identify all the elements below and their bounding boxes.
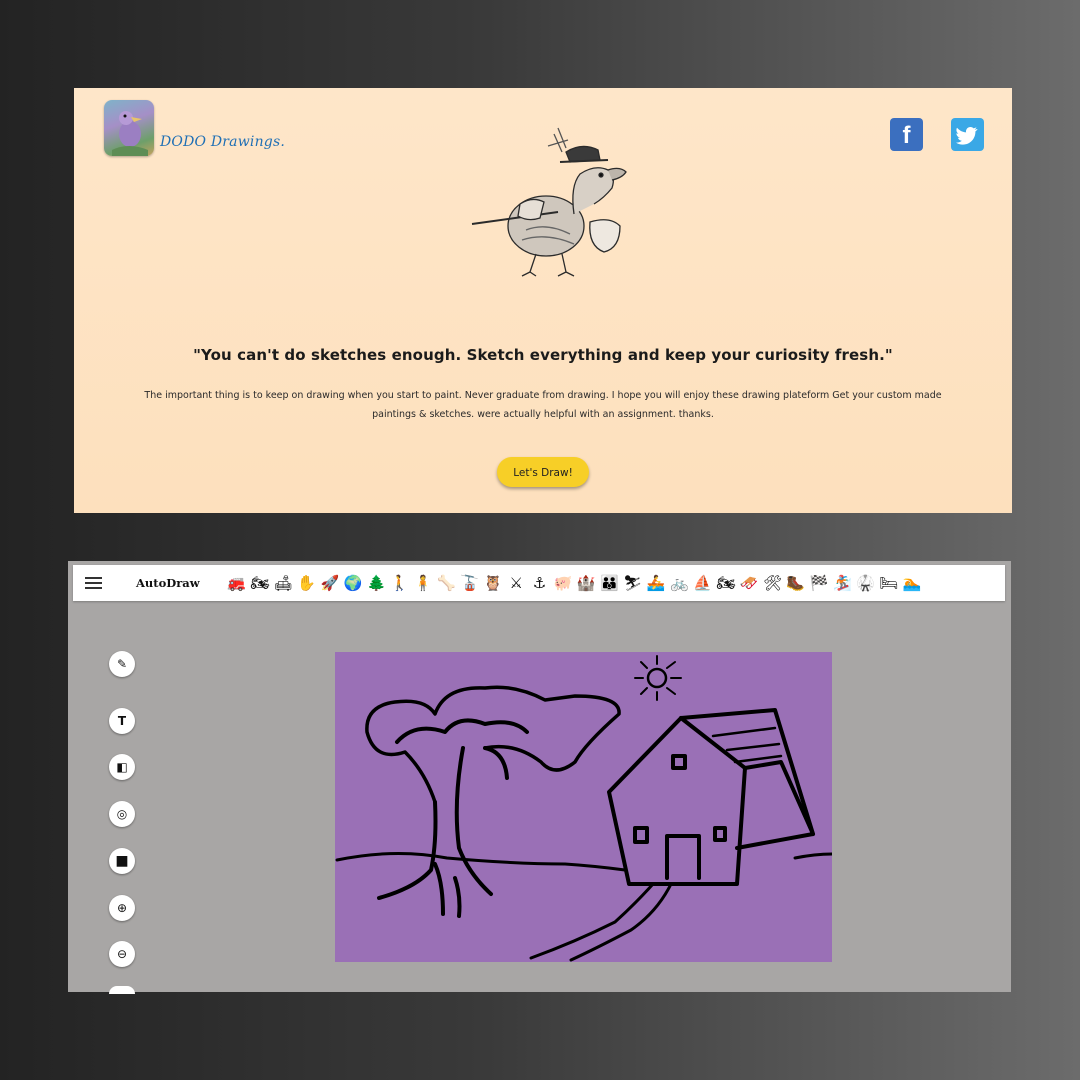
fill-bucket-icon[interactable]: ◧ (109, 754, 135, 780)
app-title: AutoDraw (136, 576, 200, 590)
castle-icon[interactable]: 🏰 (574, 573, 597, 593)
firetruck-icon[interactable]: 🚒 (225, 573, 248, 593)
bone-icon[interactable]: 🦴 (435, 573, 458, 593)
owl-icon[interactable]: 🦉 (481, 573, 504, 593)
hand-icon[interactable]: ✋ (295, 573, 318, 593)
dodo-logo[interactable] (104, 100, 154, 156)
piggy-bank-icon[interactable]: 🐖 (551, 573, 574, 593)
autodraw-pen-icon[interactable]: ✎ (109, 651, 135, 677)
top-toolbar: AutoDraw 🚒 🏍 🛋 ✋ 🚀 🌍 🌲 🚶 🧍 🦴 🚡 🦉 ⚔ ⚓ 🐖 🏰… (73, 565, 1005, 601)
brand-name[interactable]: DODO Drawings. (160, 134, 285, 150)
rowing-icon[interactable]: 🚣 (644, 573, 667, 593)
hero-quote: "You can't do sketches enough. Sketch ev… (193, 346, 893, 364)
cable-car-icon[interactable]: 🚡 (458, 573, 481, 593)
hamburger-icon[interactable] (85, 577, 102, 589)
snowboarder-icon[interactable]: 🏂 (831, 573, 854, 593)
bed-icon[interactable]: 🛏 (877, 573, 900, 593)
anchor-icon[interactable]: ⚓ (528, 573, 551, 593)
text-tool-icon[interactable]: T (109, 708, 135, 734)
rocket-icon[interactable]: 🚀 (318, 573, 341, 593)
motorcycle-icon[interactable]: 🏍 (248, 573, 271, 593)
drawing-canvas[interactable] (335, 652, 834, 962)
walking-person-icon[interactable]: 🚶 (388, 573, 411, 593)
skier-icon[interactable]: ⛷ (621, 573, 644, 593)
trees-icon[interactable]: 🌲 (365, 573, 388, 593)
twitter-link[interactable] (951, 118, 984, 151)
dodo-sketch-illustration (471, 127, 627, 277)
swimmer-icon[interactable]: 🏊 (901, 573, 924, 593)
couch-icon[interactable]: 🛋 (272, 573, 295, 593)
lets-draw-button[interactable]: Let's Draw! (497, 457, 589, 487)
hero-description: The important thing is to keep on drawin… (144, 390, 942, 420)
family-icon[interactable]: 👪 (598, 573, 621, 593)
sailboat-icon[interactable]: ⛵ (691, 573, 714, 593)
tools-icon[interactable]: 🛠 (761, 573, 784, 593)
zoom-out-icon[interactable]: ⊖ (109, 941, 135, 967)
sketch-drawing (335, 655, 834, 962)
twitter-icon (956, 127, 978, 145)
autodraw-editor: AutoDraw 🚒 🏍 🛋 ✋ 🚀 🌍 🌲 🚶 🧍 🦴 🚡 🦉 ⚔ ⚓ 🐖 🏰… (68, 561, 1011, 994)
category-icon-strip: 🚒 🏍 🛋 ✋ 🚀 🌍 🌲 🚶 🧍 🦴 🚡 🦉 ⚔ ⚓ 🐖 🏰 👪 ⛷ 🚣 🚲 … (225, 573, 924, 593)
more-tools-indicator[interactable] (109, 986, 135, 994)
karate-icon[interactable]: 🥋 (854, 573, 877, 593)
bicycle-icon[interactable]: 🚲 (668, 573, 691, 593)
person-icon[interactable]: 🧍 (411, 573, 434, 593)
dodo-bird-icon (112, 111, 148, 156)
facebook-link[interactable]: f (890, 118, 923, 151)
shapes-icon[interactable]: ◎ (109, 801, 135, 827)
zoom-in-icon[interactable]: ⊕ (109, 895, 135, 921)
atv-icon[interactable]: 🏍 (714, 573, 737, 593)
hiker-icon[interactable]: 🥾 (784, 573, 807, 593)
landing-page: DODO Drawings. f "You can't do sketches … (74, 88, 1012, 513)
flag-icon[interactable]: 🏁 (807, 573, 830, 593)
globe-icon[interactable]: 🌍 (341, 573, 364, 593)
facebook-icon: f (902, 122, 911, 149)
color-swatch-icon[interactable]: ■ (109, 848, 135, 874)
crossed-swords-icon[interactable]: ⚔ (505, 573, 528, 593)
snowmobile-icon[interactable]: 🛷 (738, 573, 761, 593)
